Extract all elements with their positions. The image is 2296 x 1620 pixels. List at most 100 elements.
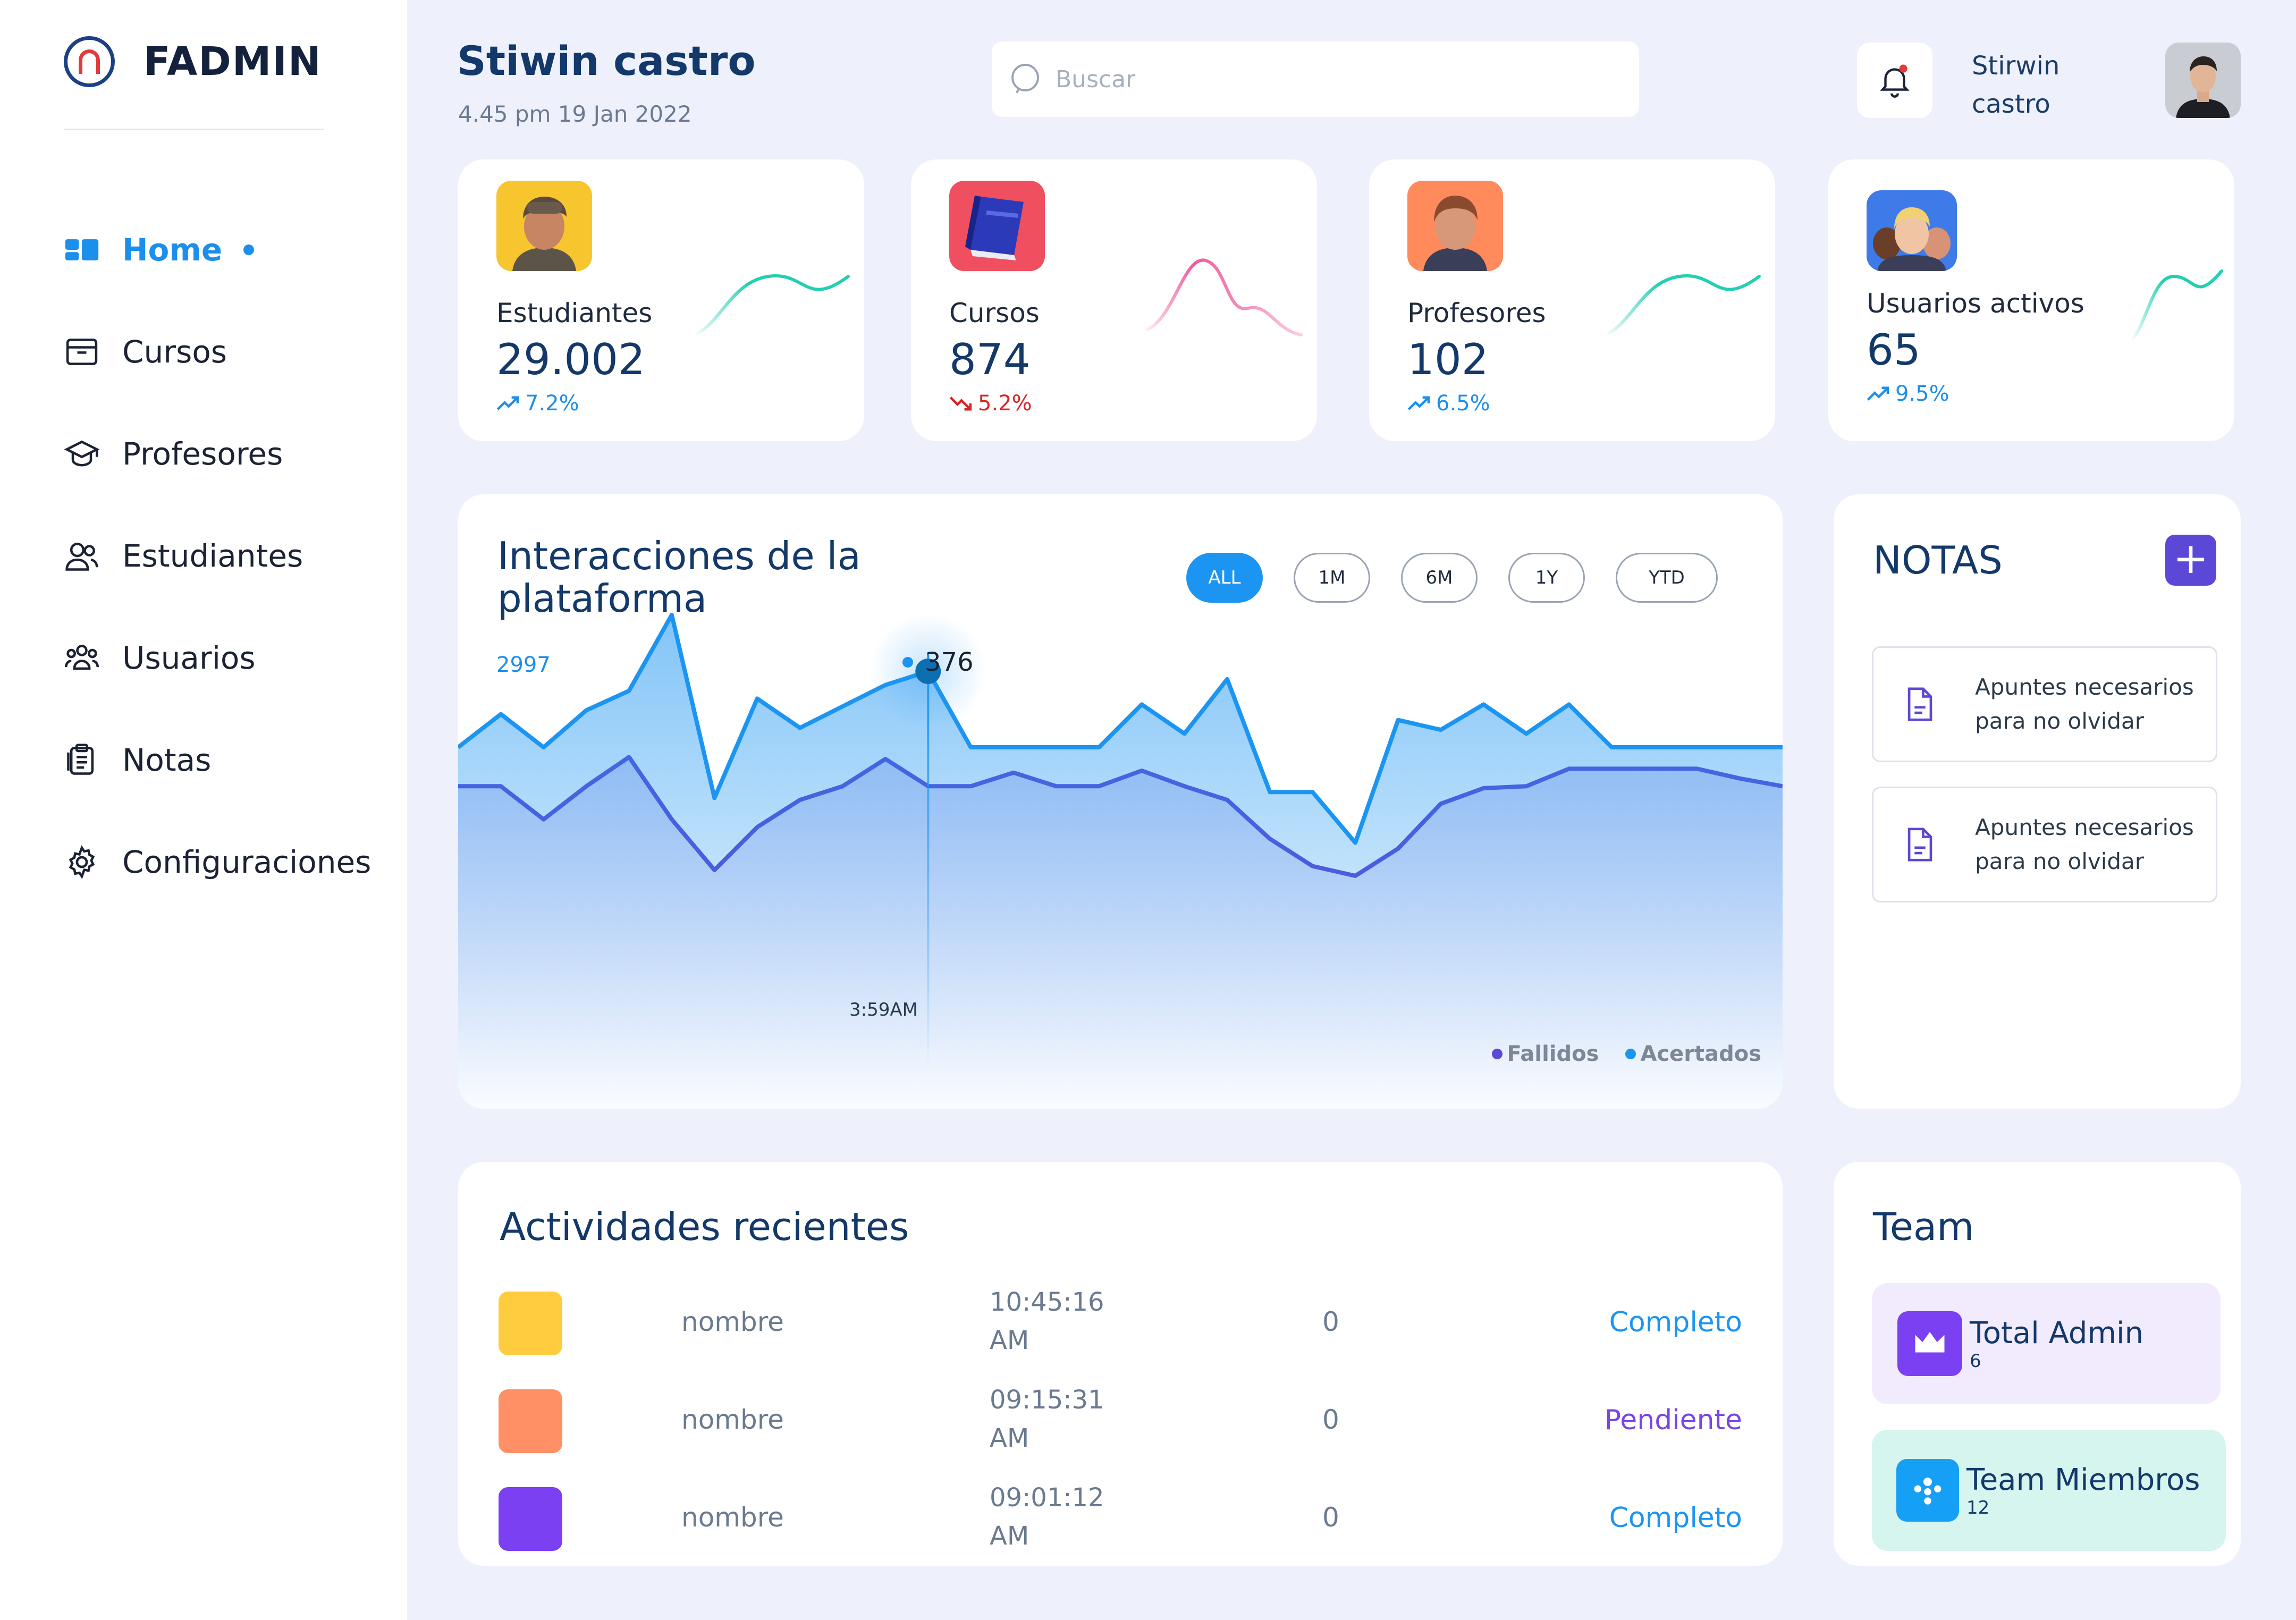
stat-change: 5.2% [949,391,1032,416]
stat-label: Estudiantes [496,298,653,328]
activity-time: 10:45:16 AM [990,1287,1104,1355]
team-item-count: 12 [1966,1497,1990,1518]
trend-up-icon [1867,386,1889,401]
activity-status[interactable]: Completo [1609,1502,1742,1534]
sidebar-item-home[interactable]: Home [64,218,371,282]
filter-1m-button[interactable]: 1M [1294,553,1370,603]
user-name[interactable]: Stirwin castro [1972,47,2078,123]
filter-ytd-button[interactable]: YTD [1616,553,1718,603]
stat-value: 65 [1867,325,1921,375]
filter-6m-button[interactable]: 6M [1401,553,1478,603]
activity-color-swatch [499,1389,562,1453]
notifications-button[interactable] [1857,43,1932,118]
series-area-acertados [458,614,1783,1109]
sidebar-item-configuraciones[interactable]: Configuraciones [64,830,371,894]
legend-item-acertados[interactable]: Acertados [1625,1042,1761,1066]
sparkline-chart [1145,258,1303,336]
activity-count: 0 [1322,1502,1339,1533]
team-item-name: Team Miembros [1966,1462,2200,1497]
add-note-button[interactable]: + [2165,535,2216,586]
note-item[interactable]: Apuntes necesarios para no olvidar [1872,646,2217,762]
notes-title: NOTAS [1873,538,2003,583]
stat-card-estudiantes[interactable]: Estudiantes 29.002 7.2% [458,159,864,441]
table-row[interactable]: nombre 09:15:31 AM 0 Pendiente [499,1381,1742,1461]
recent-activities-card: Actividades recientes nombre 10:45:16 AM… [458,1162,1783,1566]
chart-legend: Fallidos Acertados [1465,1042,1761,1066]
student-avatar-icon [496,181,592,271]
notes-card: NOTAS + Apuntes necesarios para no olvid… [1834,494,2241,1109]
document-icon [1907,828,1932,862]
chart-tooltip: 376 [902,647,974,677]
note-text: Apuntes necesarios para no olvidar [1975,674,2194,734]
team-icon [1896,1459,1959,1522]
stat-value: 29.002 [496,335,645,384]
page-datetime: 4.45 pm 19 Jan 2022 [458,101,692,127]
table-row[interactable]: nombre 09:01:12 AM 0 Completo [499,1479,1742,1558]
courses-icon [66,339,98,365]
stat-card-profesores[interactable]: Profesores 102 6.5% [1369,159,1775,441]
sidebar-item-profesores[interactable]: Profesores [64,422,371,486]
stat-value: 102 [1407,335,1489,384]
legend-item-fallidos[interactable]: Fallidos [1492,1042,1599,1066]
team-item-team-miembros[interactable]: Team Miembros 12 [1872,1430,2226,1551]
search-bar[interactable] [992,41,1639,117]
bell-icon [1880,64,1910,98]
stat-value: 874 [949,335,1031,384]
stat-change: 9.5% [1867,382,1949,406]
table-row[interactable]: nombre 10:45:16 AM 0 Completo [499,1283,1742,1363]
legend-label: Fallidos [1507,1042,1599,1066]
graduation-cap-icon [64,440,100,467]
search-input[interactable] [1056,65,1587,93]
stat-change: 6.5% [1407,391,1490,416]
team-item-total-admin[interactable]: Total Admin 6 [1872,1283,2221,1404]
active-indicator [243,244,255,255]
page-title: Stiwin castro [457,37,756,85]
stat-label: Profesores [1407,298,1546,328]
stat-card-cursos[interactable]: Cursos 874 5.2% [911,159,1317,441]
stat-card-usuarios-activos[interactable]: Usuarios activos 65 9.5% [1828,159,2234,441]
teacher-avatar-icon [1407,181,1503,271]
sidebar-item-label: Home [122,232,223,268]
sidebar-item-usuarios[interactable]: Usuarios [64,626,371,690]
sidebar: FADMIN Home Cursos Profesores Estudiante… [0,0,407,1620]
activity-status[interactable]: Pendiente [1605,1404,1742,1436]
trend-up-icon [1407,396,1430,410]
document-icon [1907,687,1932,721]
legend-label: Acertados [1640,1042,1761,1066]
activity-name: nombre [681,1502,784,1533]
activity-count: 0 [1322,1404,1339,1435]
book-icon [949,181,1045,271]
team-item-text: Team Miembros 12 [1966,1463,2200,1518]
team-item-text: Total Admin 6 [1970,1316,2143,1372]
sidebar-divider [64,129,324,130]
trend-up-icon [496,396,519,410]
sidebar-item-notas[interactable]: Notas [64,728,371,792]
sidebar-item-label: Profesores [122,436,283,472]
sidebar-item-cursos[interactable]: Cursos [64,320,371,384]
activity-count: 0 [1322,1306,1339,1337]
brand-logo[interactable]: FADMIN [64,36,322,87]
activity-time: 09:15:31 AM [990,1385,1104,1453]
filter-1y-button[interactable]: 1Y [1508,553,1585,603]
filter-all-button[interactable]: ALL [1186,553,1263,603]
activity-color-swatch [499,1487,562,1551]
activity-color-swatch [499,1292,562,1355]
sidebar-item-label: Configuraciones [122,844,372,880]
user-photo [2165,43,2241,118]
notes-icon [67,744,94,775]
brand-name: FADMIN [144,39,322,85]
note-item[interactable]: Apuntes necesarios para no olvidar [1872,787,2217,902]
logo-icon [64,36,115,87]
chart-filters: ALL 1M 6M 1Y YTD [1186,553,1749,603]
chart-y-max-label: 2997 [496,653,551,677]
stat-change-value: 5.2% [978,391,1032,416]
avatar[interactable] [2165,43,2241,118]
trend-down-icon [949,396,972,411]
sidebar-item-label: Cursos [122,334,227,370]
sparkline-chart [693,274,850,336]
activity-status[interactable]: Completo [1609,1306,1742,1338]
stat-label: Cursos [949,298,1040,328]
sidebar-item-label: Usuarios [122,640,256,676]
activity-time: 09:01:12 AM [990,1483,1104,1551]
sidebar-item-estudiantes[interactable]: Estudiantes [64,524,371,588]
